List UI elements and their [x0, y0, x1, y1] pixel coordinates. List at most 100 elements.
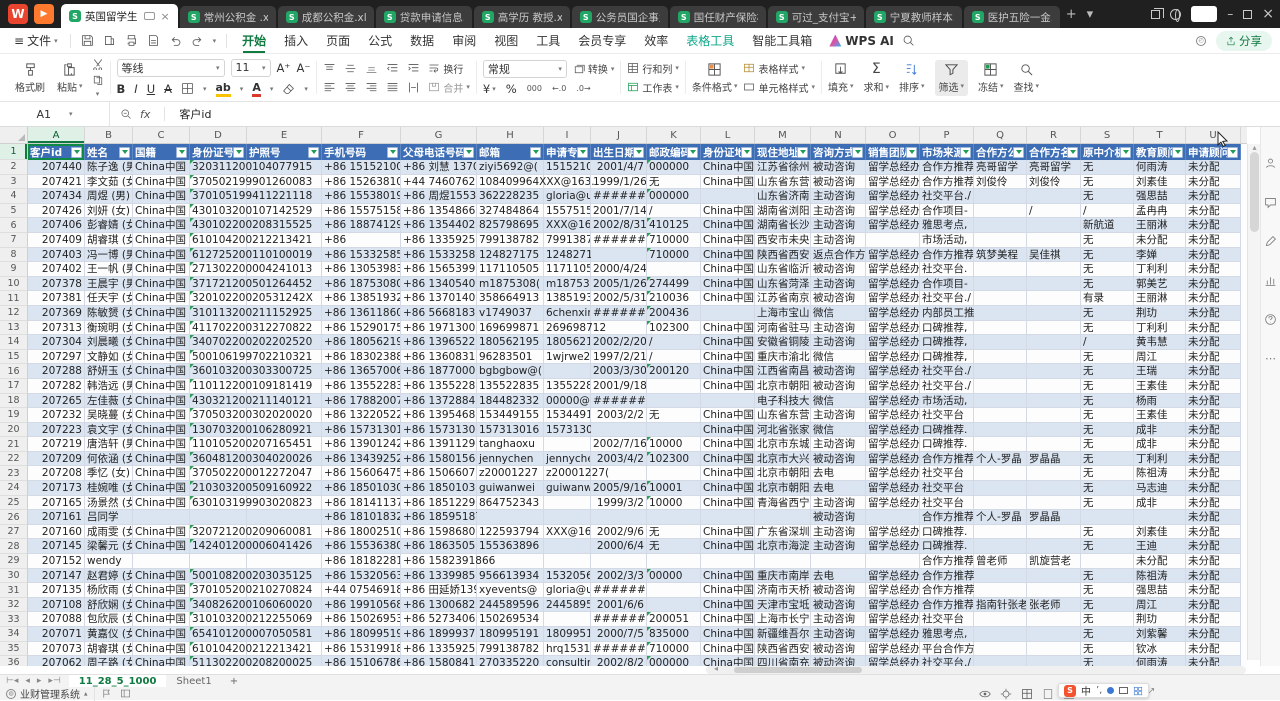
cell[interactable]: 未分配: [1186, 394, 1241, 409]
cell[interactable]: 季忆 (女): [85, 466, 133, 481]
cell[interactable]: 韩浩远 (男: [85, 379, 133, 394]
cell[interactable]: 10000: [647, 437, 701, 452]
cell[interactable]: [1027, 321, 1081, 336]
cell[interactable]: 无: [1081, 598, 1134, 613]
cell[interactable]: 山东省临沂: [755, 262, 811, 277]
paste-button[interactable]: 粘贴▾: [54, 62, 86, 94]
cell[interactable]: 口碑推荐,: [920, 335, 974, 350]
cell[interactable]: 207282: [28, 379, 85, 394]
cell[interactable]: 青海省西宁: [755, 496, 811, 511]
cell[interactable]: 强思喆: [1134, 583, 1186, 598]
cell[interactable]: 未分配: [1186, 160, 1241, 175]
cell[interactable]: China中国: [133, 394, 190, 409]
cell[interactable]: 207062: [28, 656, 85, 666]
copy-icon[interactable]: [92, 74, 104, 86]
cell[interactable]: 个人-罗晶: [974, 452, 1027, 467]
strikethrough-button[interactable]: A: [164, 82, 172, 96]
cell[interactable]: +86 1580156591: [401, 452, 477, 467]
cell[interactable]: [647, 554, 701, 569]
cell[interactable]: ########: [591, 642, 647, 657]
cell[interactable]: 207209: [28, 452, 85, 467]
cell[interactable]: 曾老师: [974, 554, 1027, 569]
cell[interactable]: China中国: [701, 539, 755, 554]
cell[interactable]: 合作方推荐: [920, 510, 974, 525]
cell[interactable]: 天津市宝坻: [755, 598, 811, 613]
document-tab[interactable]: S可过_支付宝+_滴: [768, 6, 864, 28]
row-header[interactable]: 34: [0, 627, 28, 642]
thousands-button[interactable]: 000: [527, 84, 542, 93]
board-icon[interactable]: [120, 688, 131, 699]
cell[interactable]: 口碑推荐.: [920, 423, 974, 438]
menu-表格工具[interactable]: 表格工具: [677, 28, 743, 53]
cell[interactable]: +86 13220522: [322, 408, 401, 423]
header-cell[interactable]: 申请专用: [544, 144, 591, 160]
format-painter-button[interactable]: 格式刷: [12, 62, 48, 94]
cell[interactable]: 207403: [28, 248, 85, 263]
split-view-icon[interactable]: [1151, 10, 1160, 19]
cell[interactable]: +44 7460762888: [401, 175, 477, 190]
cell[interactable]: 320721200209060081: [190, 525, 247, 540]
cell[interactable]: 微信: [811, 306, 866, 321]
font-size-select[interactable]: 11▾: [231, 59, 271, 77]
cell[interactable]: 108409964XXX@163.: [477, 175, 544, 190]
cell[interactable]: 2000/4/24: [591, 262, 647, 277]
filter-dropdown-icon[interactable]: [960, 147, 971, 158]
cell[interactable]: 110112200109181419: [190, 379, 247, 394]
cell[interactable]: +86 1335925706: [401, 642, 477, 657]
cell[interactable]: 合作方推荐: [920, 598, 974, 613]
cell[interactable]: 207223: [28, 423, 85, 438]
cell[interactable]: [544, 175, 591, 190]
cell[interactable]: China中国: [701, 350, 755, 365]
cell[interactable]: 2005/9/16: [591, 481, 647, 496]
cell[interactable]: 留学总经办: [866, 656, 920, 666]
cell[interactable]: +86 1565399710: [401, 262, 477, 277]
cell[interactable]: 去电: [811, 466, 866, 481]
cell[interactable]: 被动咨询: [811, 262, 866, 277]
cell[interactable]: XXX@163.(: [544, 525, 591, 540]
cell[interactable]: 无: [647, 175, 701, 190]
cell[interactable]: ########: [591, 233, 647, 248]
cell[interactable]: +86 13552283: [322, 379, 401, 394]
cell[interactable]: 北京市东城: [755, 437, 811, 452]
cell[interactable]: 合作方推荐: [920, 569, 974, 584]
row-header[interactable]: 35: [0, 642, 28, 657]
cell[interactable]: China中国: [133, 627, 190, 642]
cell[interactable]: [1027, 466, 1081, 481]
cell[interactable]: China中国: [133, 291, 190, 306]
row-header[interactable]: 33: [0, 612, 28, 627]
cell[interactable]: 未分配: [1186, 466, 1241, 481]
cell[interactable]: China中国: [701, 233, 755, 248]
cell[interactable]: 成雨雯 (女: [85, 525, 133, 540]
cell[interactable]: 河北省张家: [755, 423, 811, 438]
cell[interactable]: 000000: [647, 160, 701, 175]
cell[interactable]: 舒欣娴 (女: [85, 598, 133, 613]
cell[interactable]: China中国: [701, 612, 755, 627]
cell[interactable]: 北京市大兴: [755, 452, 811, 467]
cell[interactable]: 返点合作方: [811, 248, 866, 263]
cell[interactable]: ziyi5692@(: [477, 160, 544, 175]
cell[interactable]: ########: [591, 306, 647, 321]
cell[interactable]: 2005/1/26: [591, 277, 647, 292]
cell[interactable]: China中国: [133, 525, 190, 540]
cell[interactable]: +86 1598680231: [401, 525, 477, 540]
cell[interactable]: 留学总经办: [866, 452, 920, 467]
cell[interactable]: +86 1850103098: [401, 481, 477, 496]
cell[interactable]: ########: [591, 189, 647, 204]
cell[interactable]: 无: [1081, 394, 1134, 409]
cell[interactable]: 207440: [28, 160, 85, 175]
cell[interactable]: 亮哥留学: [1027, 160, 1081, 175]
cell[interactable]: +86 1859518772: [401, 510, 477, 525]
distribute-icon[interactable]: [407, 81, 420, 94]
cell[interactable]: +86 1335925706: [401, 233, 477, 248]
cell[interactable]: [1027, 335, 1081, 350]
column-header[interactable]: E: [247, 127, 322, 143]
cell[interactable]: 207313: [28, 321, 85, 336]
filter-dropdown-icon[interactable]: [852, 147, 863, 158]
row-header[interactable]: 23: [0, 466, 28, 481]
cell[interactable]: ########: [591, 394, 647, 409]
cell[interactable]: 主动咨询: [811, 627, 866, 642]
header-cell[interactable]: 申请顾问: [1186, 144, 1241, 160]
cell[interactable]: 370105199411221118: [190, 189, 247, 204]
cell[interactable]: [647, 379, 701, 394]
cell[interactable]: 135522835(: [544, 379, 591, 394]
